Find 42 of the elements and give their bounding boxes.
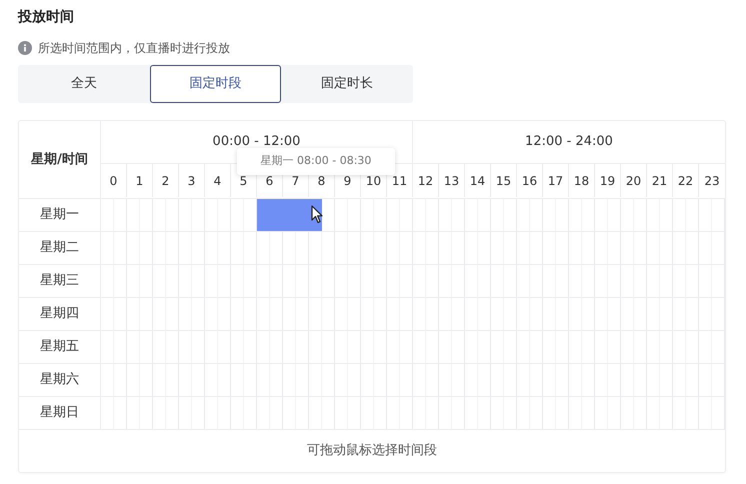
footer-hint: 可拖动鼠标选择时间段 (307, 442, 437, 460)
mode-tab[interactable]: 全天 (18, 65, 150, 103)
section-title: 投放时间 (18, 8, 75, 27)
day-label: 星期三 (40, 272, 79, 290)
hour-label: 0 (110, 172, 118, 190)
hour-label: 10 (366, 172, 382, 190)
hour-label: 9 (344, 172, 352, 190)
day-label: 星期四 (40, 305, 79, 324)
hour-label: 4 (214, 172, 222, 190)
hour-label: 23 (704, 172, 720, 190)
hour-label: 15 (496, 172, 512, 190)
day-label: 星期二 (40, 239, 79, 258)
hour-label: 14 (470, 172, 486, 190)
hour-label: 6 (266, 172, 274, 190)
hour-label: 13 (444, 172, 460, 190)
hour-label: 18 (574, 172, 590, 190)
hour-label: 5 (240, 172, 248, 190)
hour-label: 7 (292, 172, 300, 190)
hour-label: 19 (600, 172, 616, 190)
period-header: 12:00 - 24:00 (525, 133, 613, 152)
hour-label: 11 (392, 172, 408, 190)
day-label: 星期六 (40, 371, 79, 390)
hour-label: 22 (678, 172, 694, 190)
hour-label: 20 (626, 172, 642, 190)
tooltip: 星期一 08:00 - 08:30 (237, 148, 395, 175)
day-label: 星期日 (40, 404, 79, 422)
hour-label: 16 (522, 172, 538, 190)
mode-tab[interactable]: 固定时长 (281, 65, 414, 103)
hour-label: 1 (136, 172, 144, 190)
hour-label: 17 (548, 172, 564, 190)
notice-text: 所选时间范围内，仅直播时进行投放 (38, 40, 230, 57)
hour-label: 8 (318, 172, 326, 190)
hour-label: 21 (652, 172, 668, 190)
hour-label: 2 (162, 172, 170, 190)
cursor-icon (311, 205, 323, 224)
mode-tab[interactable]: 固定时段 (150, 65, 282, 103)
corner-label: 星期/时间 (31, 150, 88, 169)
info-icon (18, 41, 32, 55)
hour-label: 3 (188, 172, 196, 190)
day-label: 星期五 (40, 338, 79, 356)
hour-label: 12 (418, 172, 434, 190)
day-label: 星期一 (40, 206, 79, 224)
